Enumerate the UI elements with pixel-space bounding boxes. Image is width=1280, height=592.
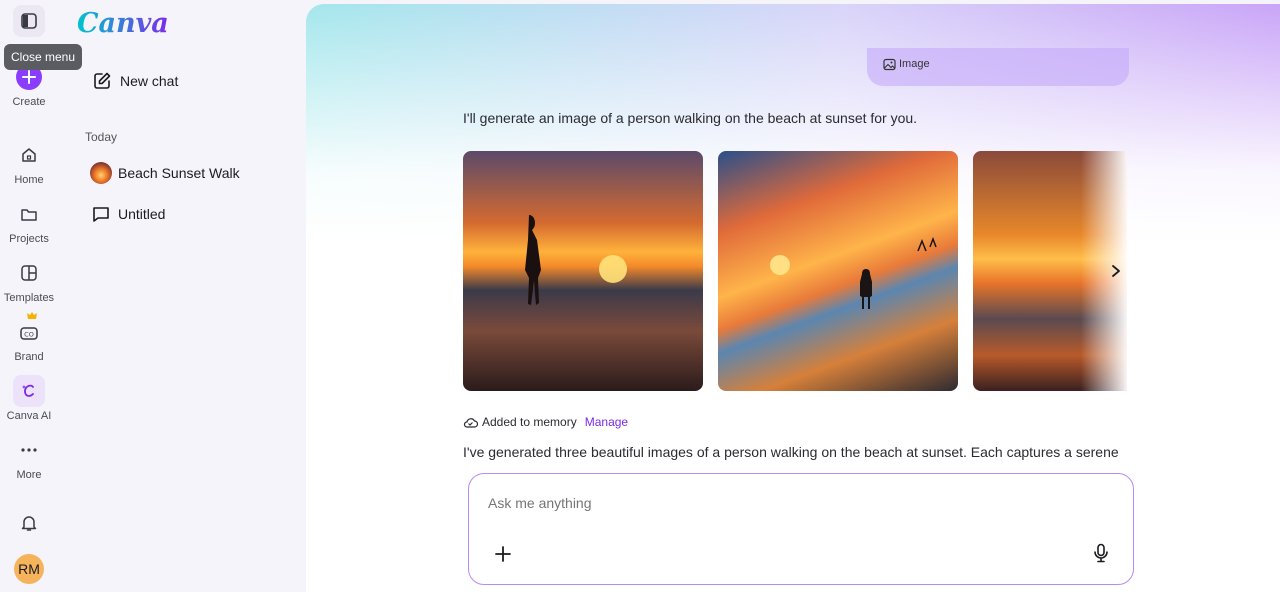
- generated-image-3[interactable]: [973, 151, 1127, 391]
- compose-icon: [94, 72, 111, 89]
- memory-text: Added to memory: [482, 415, 577, 429]
- image-icon: [883, 58, 896, 70]
- microphone-icon: [1094, 543, 1108, 563]
- bell-icon: [13, 507, 45, 539]
- generated-image-2[interactable]: [718, 151, 958, 391]
- notifications-button[interactable]: [0, 507, 58, 539]
- left-rail: Close menu Create Home Projects Template…: [0, 0, 83, 592]
- rail-label-more: More: [16, 469, 42, 481]
- chat-main-area: Image I'll generate an image of a person…: [306, 4, 1280, 592]
- generated-image-1[interactable]: [463, 151, 703, 391]
- new-chat-button[interactable]: New chat: [92, 68, 178, 94]
- silhouette-walker-1: [525, 215, 627, 305]
- svg-text:CO: CO: [24, 331, 34, 339]
- close-menu-tooltip: Close menu: [4, 44, 83, 70]
- assistant-summary: I've generated three beautiful images of…: [463, 444, 1119, 460]
- rail-label-projects: Projects: [9, 233, 49, 245]
- create-label: Create: [12, 96, 46, 108]
- rail-item-projects[interactable]: Projects: [0, 198, 58, 245]
- canva-logo[interactable]: Canva: [77, 8, 169, 39]
- chat-history-panel: Canva New chat Today Beach Sunset Walk U…: [58, 0, 306, 592]
- rail-label-canva-ai: Canva AI: [6, 410, 52, 422]
- rail-item-canva-ai[interactable]: Canva AI: [0, 375, 58, 422]
- crown-icon: [27, 312, 37, 319]
- history-item-title: Untitled: [118, 206, 166, 222]
- rail-item-more[interactable]: More: [0, 434, 58, 481]
- attach-button[interactable]: [491, 542, 515, 566]
- memory-notice: Added to memory Manage: [463, 415, 628, 429]
- silhouette-walker-2: [770, 236, 937, 309]
- chat-icon: [93, 207, 109, 222]
- sidebar-toggle-icon: [21, 13, 37, 29]
- message-input[interactable]: [488, 495, 1088, 511]
- history-item-beach-sunset-walk[interactable]: Beach Sunset Walk: [90, 160, 240, 186]
- rail-item-home[interactable]: Home: [0, 139, 58, 186]
- user-message-bubble: Image: [867, 48, 1129, 86]
- folder-icon: [13, 198, 45, 230]
- sidebar-toggle-button[interactable]: [13, 5, 45, 37]
- assistant-intro: I'll generate an image of a person walki…: [463, 110, 918, 126]
- section-today: Today: [85, 130, 118, 144]
- image-chip[interactable]: Image: [883, 56, 930, 72]
- rail-item-brand[interactable]: CO Brand: [0, 312, 58, 363]
- rail-label-home: Home: [14, 174, 44, 186]
- rail-label-templates: Templates: [3, 292, 55, 304]
- cloud-check-icon: [463, 417, 478, 428]
- rail-label-brand: Brand: [14, 351, 44, 363]
- more-icon: [13, 434, 45, 466]
- avatar[interactable]: RM: [14, 554, 44, 584]
- rail-item-templates[interactable]: Templates: [0, 257, 58, 304]
- create-button[interactable]: Create: [0, 64, 58, 108]
- brand-icon: CO: [13, 312, 45, 348]
- voice-input-button[interactable]: [1089, 540, 1113, 566]
- chat-composer: [468, 473, 1134, 585]
- carousel-next-icon[interactable]: [1110, 264, 1122, 278]
- templates-icon: [13, 257, 45, 289]
- history-item-title: Beach Sunset Walk: [118, 165, 240, 181]
- canva-ai-icon: [13, 375, 45, 407]
- image-chip-label: Image: [899, 58, 930, 70]
- new-chat-label: New chat: [120, 73, 179, 89]
- plus-icon: [495, 546, 511, 562]
- manage-memory-link[interactable]: Manage: [585, 415, 628, 429]
- history-item-untitled[interactable]: Untitled: [92, 201, 165, 227]
- home-icon: [13, 139, 45, 171]
- beach-thumbnail: [90, 162, 112, 184]
